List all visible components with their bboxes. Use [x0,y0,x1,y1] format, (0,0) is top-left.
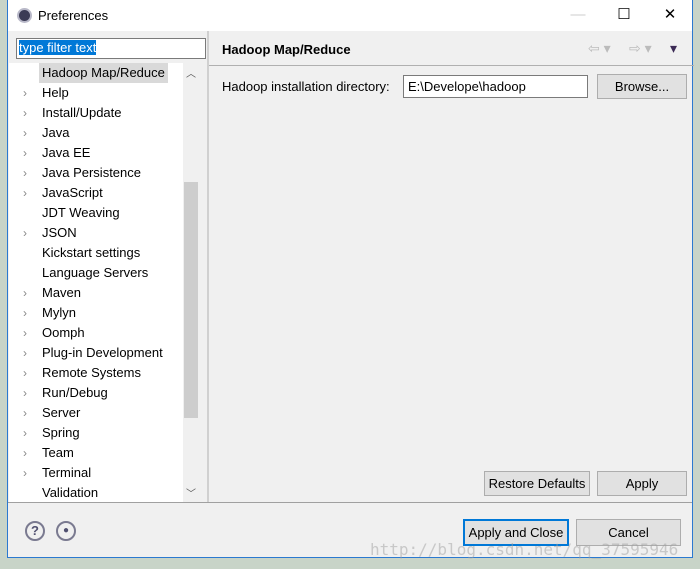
tree-item-label: JSON [42,225,77,240]
tree-item[interactable]: › JSON [9,223,183,243]
chevron-right-icon[interactable]: › [23,363,27,383]
browse-button[interactable]: Browse... [597,74,687,99]
tree-item-label: JDT Weaving [42,205,120,220]
tree-item-label: Spring [42,425,80,440]
tree-item[interactable]: › Mylyn [9,303,183,323]
tree-item-label: Terminal [42,465,92,480]
preferences-dialog: Preferences — ☐ ✕ type filter text Valid… [7,0,694,558]
tree-item-label: Maven [42,285,82,300]
tree-item[interactable]: › Plug-in Development [9,343,183,363]
tree-item[interactable]: › Run/Debug [9,383,183,403]
scroll-down-icon[interactable]: ﹀ [183,485,199,500]
tree-item-label: Language Servers [42,265,149,280]
tree-item-label: Mylyn [42,305,76,320]
chevron-right-icon[interactable]: › [23,323,27,343]
tree-item[interactable]: Hadoop Map/Reduce [9,63,183,83]
tree-item[interactable]: › Java Persistence [9,163,183,183]
chevron-right-icon[interactable]: › [23,303,27,323]
chevron-right-icon[interactable]: › [23,443,27,463]
back-icon[interactable]: ⇦ ▾ [588,40,611,57]
tree-item-label: Validation [42,485,99,500]
tree-item-label: Remote Systems [42,365,141,380]
chevron-right-icon[interactable]: › [23,123,27,143]
maximize-button[interactable]: ☐ [604,4,644,26]
tree-item-label: Kickstart settings [42,245,141,260]
tree-item-label: Help [42,85,69,100]
chevron-right-icon[interactable]: › [23,423,27,443]
tree-item[interactable]: › JavaScript [9,183,183,203]
tree-item[interactable]: Validation [9,483,183,503]
watermark: http://blog.csdn.net/qq_37595946 [370,540,679,559]
tree-item[interactable]: Language Servers [9,263,183,283]
scroll-thumb[interactable] [184,182,198,418]
chevron-right-icon[interactable]: › [23,223,27,243]
tree-item-label: Java EE [42,145,91,160]
tree-item[interactable]: › Help [9,83,183,103]
tree-item[interactable]: › Team [9,443,183,463]
tree-item-label: Hadoop Map/Reduce [39,63,168,83]
divider [8,502,692,503]
preference-tree[interactable]: Validation › Terminal › Team › Spring › Server › R… [9,63,199,503]
tree-item-label: Java Persistence [42,165,141,180]
restore-defaults-button[interactable]: Restore Defaults [484,471,590,496]
page-title: Hadoop Map/Reduce [222,42,351,57]
chevron-right-icon[interactable]: › [23,103,27,123]
chevron-right-icon[interactable]: › [23,163,27,183]
tree-item[interactable]: › Terminal [9,463,183,483]
tree-item[interactable]: › Server [9,403,183,423]
tree-item-label: Team [42,445,74,460]
chevron-right-icon[interactable]: › [23,403,27,423]
tree-item-label: Server [42,405,81,420]
divider [209,65,694,66]
chevron-right-icon[interactable]: › [23,463,27,483]
tree-item-label: Java [42,125,70,140]
view-menu-icon[interactable]: ▾ [670,40,677,57]
dir-label: Hadoop installation directory: [222,79,390,94]
tree-item[interactable]: › Java [9,123,183,143]
filter-input[interactable]: type filter text [16,38,206,59]
filter-text[interactable]: type filter text [19,40,97,55]
dir-input[interactable]: E:\Develope\hadoop [403,75,588,98]
record-icon[interactable]: ● [56,521,76,541]
sash[interactable] [207,31,209,503]
tree-item-label: Install/Update [42,105,122,120]
tree-item[interactable]: › Java EE [9,143,183,163]
tree-item[interactable]: › Spring [9,423,183,443]
title-bar: Preferences — ☐ ✕ [8,0,692,31]
tree-item[interactable]: JDT Weaving [9,203,183,223]
forward-icon[interactable]: ⇨ ▾ [629,40,652,57]
eclipse-icon [17,8,32,23]
chevron-right-icon[interactable]: › [23,343,27,363]
tree-item[interactable]: › Remote Systems [9,363,183,383]
tree-item-label: JavaScript [42,185,103,200]
tree-item[interactable]: › Maven [9,283,183,303]
tree-item-label: Plug-in Development [42,345,163,360]
minimize-button[interactable]: — [558,4,598,26]
scroll-up-icon[interactable]: ︿ [183,65,199,80]
window-title: Preferences [38,8,109,23]
close-button[interactable]: ✕ [650,4,690,26]
chevron-right-icon[interactable]: › [23,383,27,403]
tree-item-label: Run/Debug [42,385,108,400]
chevron-right-icon[interactable]: › [23,283,27,303]
help-icon[interactable]: ? [25,521,45,541]
chevron-right-icon[interactable]: › [23,183,27,203]
chevron-right-icon[interactable]: › [23,143,27,163]
tree-item-label: Oomph [42,325,85,340]
chevron-right-icon[interactable]: › [23,83,27,103]
tree-scrollbar[interactable]: ︿ ﹀ [183,63,199,503]
tree-item[interactable]: › Install/Update [9,103,183,123]
tree-item[interactable]: Kickstart settings [9,243,183,263]
tree-item[interactable]: › Oomph [9,323,183,343]
apply-button[interactable]: Apply [597,471,687,496]
